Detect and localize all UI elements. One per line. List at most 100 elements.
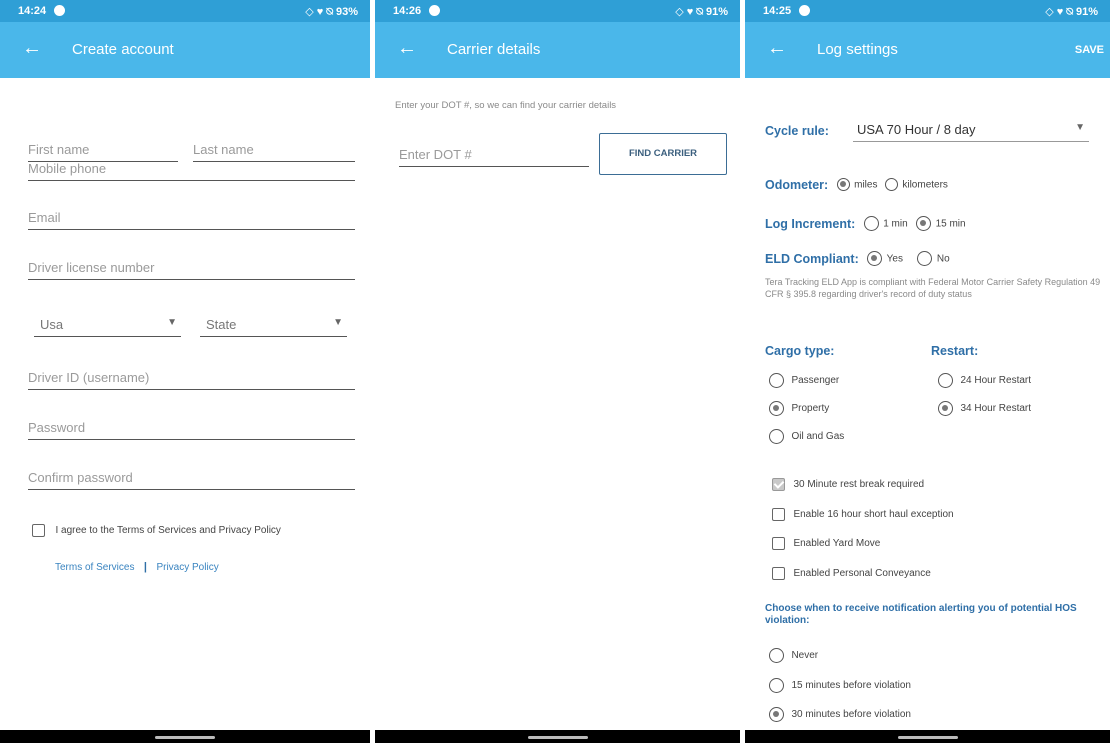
cycle-rule-value: USA 70 Hour / 8 day <box>857 122 976 137</box>
app-bar: ← Create account <box>0 22 370 78</box>
eld-no-radio[interactable] <box>917 251 933 267</box>
notify-15-label: 15 minutes before violation <box>791 680 911 692</box>
app-bar: ← Carrier details <box>375 22 740 78</box>
increment-1min-radio[interactable] <box>863 216 879 232</box>
back-arrow-icon[interactable]: ← <box>22 37 42 60</box>
short-haul-checkbox[interactable] <box>772 508 785 522</box>
confirm-password-input[interactable] <box>28 466 355 489</box>
mobile-phone-field[interactable] <box>28 157 355 181</box>
status-bar: 14:25 ◇ ♥ ⍉ 91% <box>745 0 1110 22</box>
mobile-phone-input[interactable] <box>28 157 355 180</box>
restart-24-label: 24 Hour Restart <box>960 375 1032 387</box>
notify-never-option[interactable]: Never <box>769 647 818 665</box>
cargo-passenger-radio[interactable] <box>769 373 784 389</box>
carrier-details-screen: 14:26 ◇ ♥ ⍉ 91% ← Carrier details Enter … <box>375 0 740 743</box>
cargo-property-option[interactable]: Property <box>769 400 829 418</box>
notify-30-radio[interactable] <box>769 707 784 723</box>
driver-id-input[interactable] <box>28 366 355 389</box>
rest-break-checkbox[interactable] <box>772 478 785 492</box>
notify-never-radio[interactable] <box>769 648 784 664</box>
cargo-passenger-option[interactable]: Passenger <box>769 372 839 390</box>
page-title: Create account <box>72 41 174 58</box>
back-arrow-icon[interactable]: ← <box>767 37 787 60</box>
state-dropdown[interactable]: State ▼ <box>200 311 347 337</box>
restart-34-label: 34 Hour Restart <box>960 403 1032 415</box>
log-settings-screen: 14:25 ◇ ♥ ⍉ 91% ← Log settings SAVE Cycl… <box>745 0 1110 743</box>
home-handle[interactable] <box>155 736 215 739</box>
odometer-miles-radio[interactable] <box>836 178 850 192</box>
restart-34-radio[interactable] <box>938 401 953 417</box>
status-indicators: ◇ ♥ ⍉ 91% <box>675 6 728 18</box>
legal-links: Terms of Services | Privacy Policy <box>55 557 219 575</box>
increment-1min-label: 1 min <box>883 218 908 230</box>
agree-checkbox[interactable] <box>32 524 45 538</box>
status-bar: 14:24 ◇ ♥ ⍉ 93% <box>0 0 370 22</box>
system-nav-bar <box>0 730 370 743</box>
agree-row[interactable]: I agree to the Terms of Services and Pri… <box>32 522 281 540</box>
chevron-down-icon: ▼ <box>1075 122 1085 133</box>
yard-move-option[interactable]: Enabled Yard Move <box>772 535 880 553</box>
notification-icon <box>799 5 810 16</box>
driver-license-input[interactable] <box>28 256 355 279</box>
system-nav-bar <box>375 730 740 743</box>
eld-compliant-row: ELD Compliant: Yes No <box>765 250 950 268</box>
yard-move-checkbox[interactable] <box>772 537 785 551</box>
notify-15-radio[interactable] <box>769 678 784 694</box>
notification-icon <box>54 5 65 16</box>
driver-license-field[interactable] <box>28 256 355 280</box>
odometer-miles-label: miles <box>854 179 878 191</box>
restart-label: Restart: <box>931 344 979 358</box>
odometer-row: Odometer: miles kilometers <box>765 176 948 194</box>
confirm-password-field[interactable] <box>28 466 355 490</box>
system-nav-bar <box>745 730 1110 743</box>
create-account-screen: 14:24 ◇ ♥ ⍉ 93% ← Create account Usa ▼ S… <box>0 0 370 743</box>
personal-conveyance-label: Enabled Personal Conveyance <box>793 568 931 580</box>
find-carrier-button[interactable]: FIND CARRIER <box>599 133 727 175</box>
rest-break-label: 30 Minute rest break required <box>793 479 925 491</box>
increment-15min-radio[interactable] <box>916 216 932 232</box>
terms-link[interactable]: Terms of Services <box>55 562 134 573</box>
personal-conveyance-option[interactable]: Enabled Personal Conveyance <box>772 565 931 583</box>
email-input[interactable] <box>28 206 355 229</box>
cargo-oil-radio[interactable] <box>769 429 784 445</box>
home-handle[interactable] <box>527 736 588 739</box>
cargo-oil-option[interactable]: Oil and Gas <box>769 428 844 446</box>
home-handle[interactable] <box>897 736 958 739</box>
cargo-oil-label: Oil and Gas <box>791 431 845 443</box>
cargo-property-radio[interactable] <box>769 401 784 417</box>
privacy-link[interactable]: Privacy Policy <box>156 562 218 573</box>
log-increment-row: Log Increment: 1 min 15 min <box>765 215 966 233</box>
odometer-km-radio[interactable] <box>884 178 898 192</box>
eld-compliance-note: Tera Tracking ELD App is compliant with … <box>765 277 1101 299</box>
back-arrow-icon[interactable]: ← <box>397 37 417 60</box>
cycle-rule-dropdown[interactable]: USA 70 Hour / 8 day ▼ <box>853 116 1089 142</box>
email-field[interactable] <box>28 206 355 230</box>
password-field[interactable] <box>28 416 355 440</box>
restart-34-option[interactable]: 34 Hour Restart <box>938 400 1031 418</box>
restart-24-radio[interactable] <box>938 373 953 389</box>
dot-field[interactable] <box>399 143 589 167</box>
chevron-down-icon: ▼ <box>167 317 177 328</box>
notify-30-option[interactable]: 30 minutes before violation <box>769 706 911 724</box>
save-button[interactable]: SAVE <box>1075 44 1104 56</box>
notify-15-option[interactable]: 15 minutes before violation <box>769 677 911 695</box>
status-time: 14:25 <box>763 5 792 17</box>
agree-label: I agree to the Terms of Services and Pri… <box>55 525 281 537</box>
eld-yes-radio[interactable] <box>867 251 883 267</box>
personal-conveyance-checkbox[interactable] <box>772 567 785 581</box>
restart-24-option[interactable]: 24 Hour Restart <box>938 372 1031 390</box>
status-indicators: ◇ ♥ ⍉ 91% <box>1045 6 1098 18</box>
status-indicators: ◇ ♥ ⍉ 93% <box>305 6 358 18</box>
page-title: Log settings <box>817 41 898 58</box>
country-dropdown[interactable]: Usa ▼ <box>34 311 181 337</box>
dot-input[interactable] <box>399 143 589 166</box>
eld-no-label: No <box>936 253 950 265</box>
eld-yes-label: Yes <box>886 253 903 265</box>
increment-15min-label: 15 min <box>935 218 966 230</box>
password-input[interactable] <box>28 416 355 439</box>
driver-id-field[interactable] <box>28 366 355 390</box>
status-time: 14:26 <box>393 5 422 17</box>
yard-move-label: Enabled Yard Move <box>793 538 881 550</box>
rest-break-option[interactable]: 30 Minute rest break required <box>772 476 924 494</box>
short-haul-option[interactable]: Enable 16 hour short haul exception <box>772 506 954 524</box>
